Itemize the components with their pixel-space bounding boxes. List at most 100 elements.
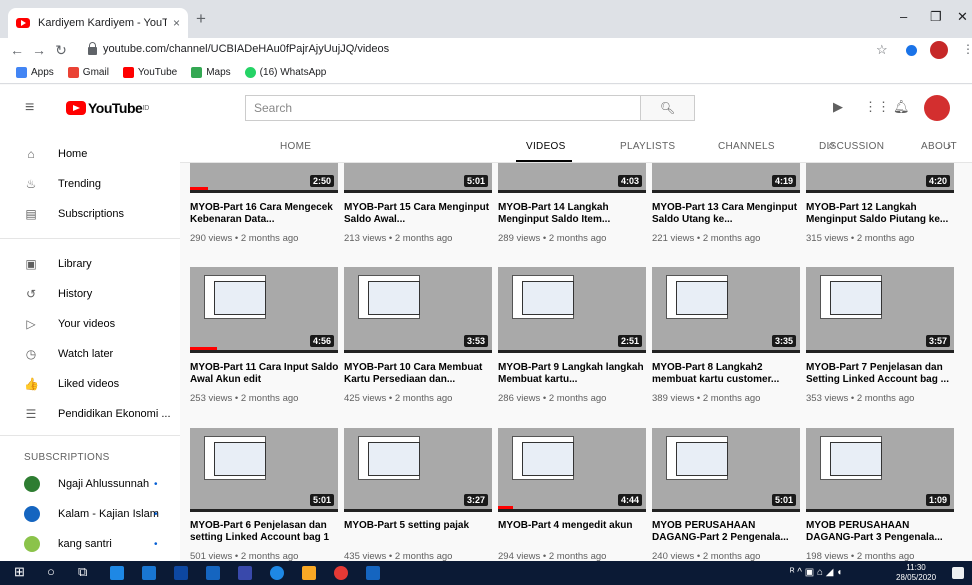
windows-start-icon[interactable]: ⊞: [14, 564, 25, 580]
back-arrow-icon[interactable]: ←: [6, 42, 28, 58]
video-thumbnail[interactable]: 5:01: [190, 428, 338, 512]
youtube-logo[interactable]: YouTube ID: [66, 100, 149, 116]
bookmark-star-icon[interactable]: ☆: [876, 42, 888, 58]
edge-browser-icon[interactable]: [110, 566, 124, 580]
video-title[interactable]: MYOB-Part 5 setting pajak: [344, 520, 494, 532]
sidebar: ⌂ Home ♨ Trending ▤ Subscriptions ▣ Library ↺ His…: [0, 131, 180, 561]
sidebar-item-your-videos[interactable]: ▷ Your videos: [0, 309, 180, 339]
video-card[interactable]: 3:27 MYOB-Part 5 setting pajak 435 views •…: [344, 163, 492, 561]
sidebar-item-library[interactable]: ▣ Library: [0, 249, 180, 279]
forward-arrow-icon[interactable]: →: [28, 42, 50, 58]
sidebar-item-label: Home: [58, 148, 88, 160]
tab-title: Kardiyem Kardiyem - YouTube: [38, 17, 167, 29]
tab-videos[interactable]: VIDEOS: [526, 141, 566, 152]
bookmark-label: YouTube: [137, 67, 178, 78]
bookmark-youtube[interactable]: YouTube: [122, 67, 178, 78]
task-view-icon[interactable]: ⧉: [78, 564, 87, 580]
reload-icon[interactable]: ↻: [50, 42, 72, 59]
new-content-dot-icon: •: [154, 478, 158, 490]
video-title[interactable]: MYOB PERUSAHAAN DAGANG-Part 3 Pengenala.…: [806, 520, 956, 544]
file-explorer-icon[interactable]: [142, 566, 156, 580]
account-avatar[interactable]: [924, 95, 950, 121]
subscription-label: Kalam - Kajian Islam: [58, 508, 159, 520]
video-title[interactable]: MYOB PERUSAHAAN DAGANG-Part 2 Pengenala.…: [652, 520, 802, 544]
sidebar-item-watch-later[interactable]: ◷ Watch later: [0, 339, 180, 369]
video-duration: 5:01: [771, 494, 796, 506]
store-icon[interactable]: [174, 566, 188, 580]
bookmark-label: Maps: [206, 67, 231, 78]
hamburger-menu-icon[interactable]: ≡: [25, 99, 34, 117]
your-videos-icon: ▷: [26, 317, 36, 331]
extension-icon[interactable]: [906, 45, 917, 56]
sidebar-item-label: Pendidikan Ekonomi ...: [58, 408, 171, 420]
address-bar[interactable]: youtube.com/channel/UCBIADeHAu0fPajrAjyU…: [88, 38, 936, 60]
video-card[interactable]: 1:09 MYOB PERUSAHAAN DAGANG-Part 3 Pengen…: [806, 163, 954, 561]
apps-grid-icon: [16, 67, 27, 78]
search-icon[interactable]: ○: [47, 564, 55, 579]
youtube-favicon-icon: [16, 18, 30, 28]
channel-search-icon[interactable]: ⌕: [828, 137, 836, 153]
sidebar-item-trending[interactable]: ♨ Trending: [0, 169, 180, 199]
restore-button[interactable]: ❐: [930, 9, 942, 25]
search-input[interactable]: Search: [245, 95, 641, 121]
word-icon[interactable]: [366, 566, 380, 580]
bookmark-gmail[interactable]: Gmail: [67, 67, 109, 78]
video-card[interactable]: 4:44 MYOB-Part 4 mengedit akun 294 views •…: [498, 163, 646, 561]
sidebar-item-label: Watch later: [58, 348, 114, 360]
thumbnail-taskbar-strip: [498, 509, 646, 512]
video-thumbnail[interactable]: 4:44: [498, 428, 646, 512]
trending-icon: ♨: [25, 177, 37, 191]
subscription-item[interactable]: Kalam - Kajian Islam •: [0, 499, 180, 529]
tab-playlists[interactable]: PLAYLISTS: [620, 141, 675, 152]
video-thumbnail[interactable]: 1:09: [806, 428, 954, 512]
sidebar-item-subscriptions[interactable]: ▤ Subscriptions: [0, 199, 180, 229]
bookmark-apps[interactable]: Apps: [16, 67, 54, 78]
sidebar-item-label: History: [58, 288, 93, 300]
subscription-item[interactable]: Ngaji Ahlussunnah •: [0, 469, 180, 499]
bookmark-maps[interactable]: Maps: [191, 67, 231, 78]
bookmark-whatsapp[interactable]: (16) WhatsApp: [244, 67, 326, 78]
video-title[interactable]: MYOB-Part 6 Penjelasan dan setting Linke…: [190, 520, 340, 544]
search-icon: 🔍︎: [659, 101, 676, 115]
close-window-button[interactable]: ✕: [957, 9, 968, 25]
video-duration: 4:44: [617, 494, 642, 506]
profile-avatar[interactable]: [930, 41, 948, 59]
chevron-right-icon[interactable]: ›: [947, 138, 952, 153]
video-duration: 3:27: [463, 494, 488, 506]
thumbnail-taskbar-strip: [652, 509, 800, 512]
notification-center-icon[interactable]: [952, 567, 964, 579]
app-icon[interactable]: [238, 566, 252, 580]
video-title[interactable]: MYOB-Part 4 mengedit akun: [498, 520, 648, 532]
video-card[interactable]: 5:01 MYOB-Part 6 Penjelasan dan setting L…: [190, 163, 338, 561]
notifications-bell-icon[interactable]: 🔔︎: [893, 99, 910, 115]
sidebar-item-pendidikan-ekonomi[interactable]: ☰ Pendidikan Ekonomi ...: [0, 399, 180, 429]
watch-later-icon: ◷: [25, 347, 37, 361]
subscription-label: Ngaji Ahlussunnah: [58, 478, 150, 490]
video-card[interactable]: 5:01 MYOB PERUSAHAAN DAGANG-Part 2 Pengen…: [652, 163, 800, 561]
create-video-icon[interactable]: ▶: [833, 99, 843, 115]
active-tab-indicator: [516, 160, 572, 162]
sidebar-item-history[interactable]: ↺ History: [0, 279, 180, 309]
thumbnail-taskbar-strip: [190, 509, 338, 512]
app-icon[interactable]: [270, 566, 284, 580]
system-tray-icons[interactable]: ᴿ ^ ▣ ⌂ ◢ ◖: [790, 567, 842, 578]
url-text: youtube.com/channel/UCBIADeHAu0fPajrAjyU…: [103, 43, 390, 55]
subscription-item[interactable]: kang santri •: [0, 529, 180, 559]
chrome-icon[interactable]: [334, 566, 348, 580]
mail-icon[interactable]: [206, 566, 220, 580]
sidebar-item-home[interactable]: ⌂ Home: [0, 139, 180, 169]
sidebar-item-liked-videos[interactable]: 👍 Liked videos: [0, 369, 180, 399]
app-icon[interactable]: [302, 566, 316, 580]
video-thumbnail[interactable]: 3:27: [344, 428, 492, 512]
clock[interactable]: 11:30 28/05/2020: [896, 563, 936, 583]
browser-menu-icon[interactable]: ⋮: [962, 42, 972, 56]
search-button[interactable]: 🔍︎: [641, 95, 695, 121]
browser-tab[interactable]: Kardiyem Kardiyem - YouTube ×: [8, 8, 188, 38]
tab-channels[interactable]: CHANNELS: [718, 141, 775, 152]
new-tab-button[interactable]: +: [196, 9, 206, 29]
video-thumbnail[interactable]: 5:01: [652, 428, 800, 512]
tab-home[interactable]: HOME: [280, 141, 311, 152]
minimize-button[interactable]: –: [900, 9, 907, 24]
apps-grid-icon[interactable]: ⋮⋮: [864, 99, 890, 115]
tab-close-icon[interactable]: ×: [173, 16, 180, 30]
